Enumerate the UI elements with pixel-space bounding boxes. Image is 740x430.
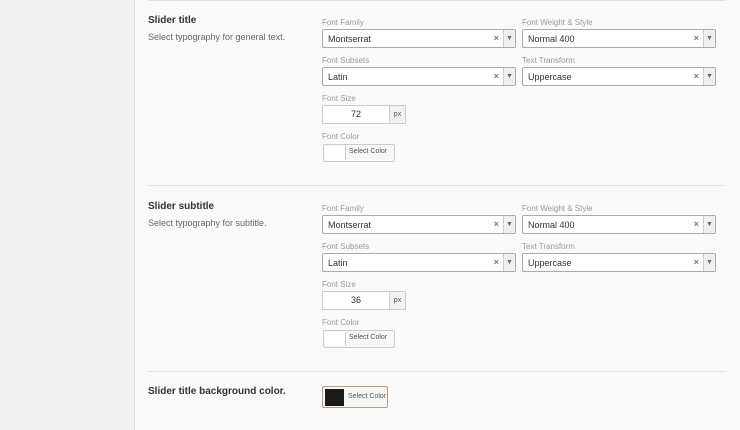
font-family-value: Montserrat [328,220,372,230]
text-transform-select[interactable]: Uppercase × ▼ [522,67,716,86]
font-weight-label: Font Weight & Style [522,204,593,213]
font-color-label: Font Color [322,132,360,141]
font-size-input[interactable]: 72 px [322,105,406,124]
select-color-label: Select Color [349,148,388,155]
slider-title-section: Slider title Select typography for gener… [135,0,740,186]
font-weight-label: Font Weight & Style [522,18,593,27]
font-subsets-select[interactable]: Latin × ▼ [322,67,516,86]
chevron-down-icon[interactable]: ▼ [503,68,515,85]
text-transform-label: Text Transform [522,56,575,65]
select-color-button[interactable]: Select Color [323,330,395,348]
text-transform-label: Text Transform [522,242,575,251]
slider-title-background-section: Slider title background color. Select Co… [135,372,740,430]
section-description: Select typography for general text. [148,32,286,42]
font-weight-value: Normal 400 [528,220,575,230]
select-color-label: Select Color [348,393,387,400]
font-size-label: Font Size [322,280,356,289]
chevron-down-icon[interactable]: ▼ [503,216,515,233]
color-swatch [325,146,346,160]
color-swatch [325,389,344,406]
chevron-down-icon[interactable]: ▼ [703,216,715,233]
font-subsets-value: Latin [328,72,348,82]
select-color-button[interactable]: Select Color [323,144,395,162]
font-family-value: Montserrat [328,34,372,44]
chevron-down-icon[interactable]: ▼ [703,68,715,85]
font-subsets-label: Font Subsets [322,56,370,65]
chevron-down-icon[interactable]: ▼ [503,254,515,271]
slider-subtitle-section: Slider subtitle Select typography for su… [135,186,740,372]
chevron-down-icon[interactable]: ▼ [703,254,715,271]
text-transform-value: Uppercase [528,72,572,82]
section-title: Slider subtitle [148,201,215,212]
font-subsets-value: Latin [328,258,348,268]
text-transform-select[interactable]: Uppercase × ▼ [522,253,716,272]
clear-icon[interactable]: × [494,33,499,43]
options-panel: Slider title Select typography for gener… [135,0,740,430]
font-size-value[interactable]: 72 [323,106,389,123]
color-swatch [325,332,346,346]
clear-icon[interactable]: × [494,219,499,229]
font-size-value[interactable]: 36 [323,292,389,309]
select-color-label: Select Color [349,334,388,341]
font-subsets-select[interactable]: Latin × ▼ [322,253,516,272]
clear-icon[interactable]: × [694,33,699,43]
font-family-select[interactable]: Montserrat × ▼ [322,215,516,234]
text-transform-value: Uppercase [528,258,572,268]
font-size-input[interactable]: 36 px [322,291,406,310]
font-weight-select[interactable]: Normal 400 × ▼ [522,29,716,48]
clear-icon[interactable]: × [494,257,499,267]
font-weight-select[interactable]: Normal 400 × ▼ [522,215,716,234]
font-color-label: Font Color [322,318,360,327]
clear-icon[interactable]: × [494,71,499,81]
font-subsets-label: Font Subsets [322,242,370,251]
chevron-down-icon[interactable]: ▼ [503,30,515,47]
section-title: Slider title [148,15,197,26]
font-family-label: Font Family [322,204,364,213]
select-color-button[interactable]: Select Color [322,386,388,408]
font-family-label: Font Family [322,18,364,27]
section-description: Select typography for subtitle. [148,218,267,228]
font-family-select[interactable]: Montserrat × ▼ [322,29,516,48]
clear-icon[interactable]: × [694,71,699,81]
font-size-label: Font Size [322,94,356,103]
font-weight-value: Normal 400 [528,34,575,44]
clear-icon[interactable]: × [694,257,699,267]
font-size-unit: px [389,292,405,309]
chevron-down-icon[interactable]: ▼ [703,30,715,47]
clear-icon[interactable]: × [694,219,699,229]
font-size-unit: px [389,106,405,123]
section-title: Slider title background color. [148,386,286,397]
left-sidebar-strip [0,0,135,430]
